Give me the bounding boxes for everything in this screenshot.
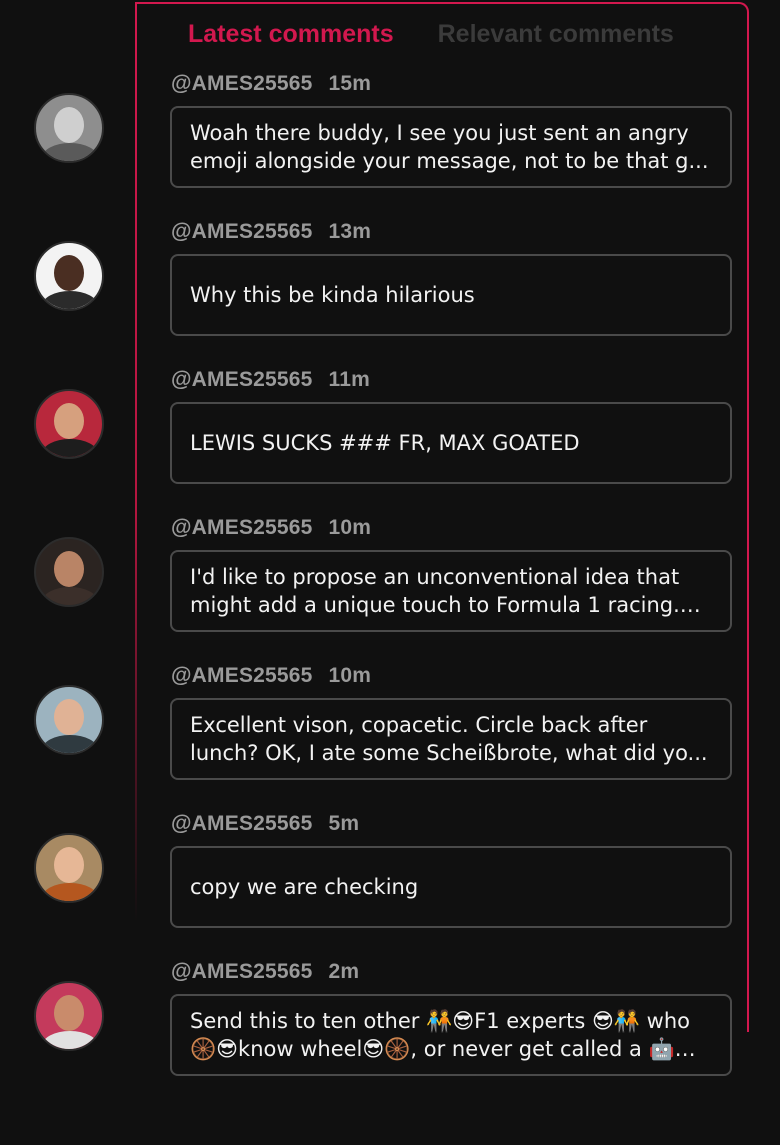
comment-bubble[interactable]: Why this be kinda hilarious [170,254,732,336]
avatar[interactable] [34,833,104,903]
avatar[interactable] [34,241,104,311]
tab-relevant-comments[interactable]: Relevant comments [438,20,674,49]
comment-text: Why this be kinda hilarious [190,283,475,307]
comment-bubble[interactable]: I'd like to propose an unconventional id… [170,550,732,632]
comment-bubble[interactable]: copy we are checking [170,846,732,928]
comment-meta: @AMES25565 5m [171,812,359,836]
comment-item: @AMES25565 5m copy we are checking [0,808,780,956]
comment-meta: @AMES25565 11m [171,368,370,392]
comment-bubble[interactable]: LEWIS SUCKS ### FR, MAX GOATED [170,402,732,484]
comment-bubble[interactable]: Woah there buddy, I see you just sent an… [170,106,732,188]
comment-meta: @AMES25565 13m [171,220,371,244]
comment-username[interactable]: @AMES25565 [171,368,313,391]
comment-text: Excellent vison, copacetic. Circle back … [190,713,708,765]
avatar[interactable] [34,981,104,1051]
comment-meta: @AMES25565 15m [171,72,371,96]
comment-time: 2m [328,960,360,983]
comment-item: @AMES25565 10m I'd like to propose an unc… [0,512,780,660]
comment-item: @AMES25565 10m Excellent vison, copacetic… [0,660,780,808]
comment-item: @AMES25565 11m LEWIS SUCKS ### FR, MAX GO… [0,364,780,512]
comment-bubble[interactable]: Send this to ten other 🧑‍🤝‍🧑😎F1 experts … [170,994,732,1076]
comment-time: 10m [328,664,372,687]
tab-latest-comments[interactable]: Latest comments [188,20,394,49]
comment-username[interactable]: @AMES25565 [171,220,313,243]
comment-tabs: Latest comments Relevant comments [188,20,674,49]
comment-item: @AMES25565 13m Why this be kinda hilariou… [0,216,780,364]
comment-text: copy we are checking [190,875,419,899]
comment-time: 11m [328,368,371,391]
comment-text: LEWIS SUCKS ### FR, MAX GOATED [190,431,580,455]
comment-item: @AMES25565 15m Woah there buddy, I see yo… [0,68,780,216]
comment-username[interactable]: @AMES25565 [171,960,313,983]
comment-text: Send this to ten other 🧑‍🤝‍🧑😎F1 experts … [190,1009,690,1061]
avatar[interactable] [34,389,104,459]
comment-username[interactable]: @AMES25565 [171,812,313,835]
avatar[interactable] [34,93,104,163]
avatar[interactable] [34,685,104,755]
comment-username[interactable]: @AMES25565 [171,516,313,539]
avatar[interactable] [34,537,104,607]
comment-item: @AMES25565 2m Send this to ten other 🧑‍🤝‍… [0,956,780,1104]
comment-time: 15m [328,72,372,95]
comment-meta: @AMES25565 2m [171,960,359,984]
comment-meta: @AMES25565 10m [171,664,371,688]
comment-time: 5m [328,812,360,835]
comment-username[interactable]: @AMES25565 [171,664,313,687]
comment-time: 13m [328,220,372,243]
comment-text: Woah there buddy, I see you just sent an… [190,121,709,173]
comment-meta: @AMES25565 10m [171,516,371,540]
comment-time: 10m [328,516,372,539]
comment-text: I'd like to propose an unconventional id… [190,565,680,617]
comment-bubble[interactable]: Excellent vison, copacetic. Circle back … [170,698,732,780]
comment-username[interactable]: @AMES25565 [171,72,313,95]
